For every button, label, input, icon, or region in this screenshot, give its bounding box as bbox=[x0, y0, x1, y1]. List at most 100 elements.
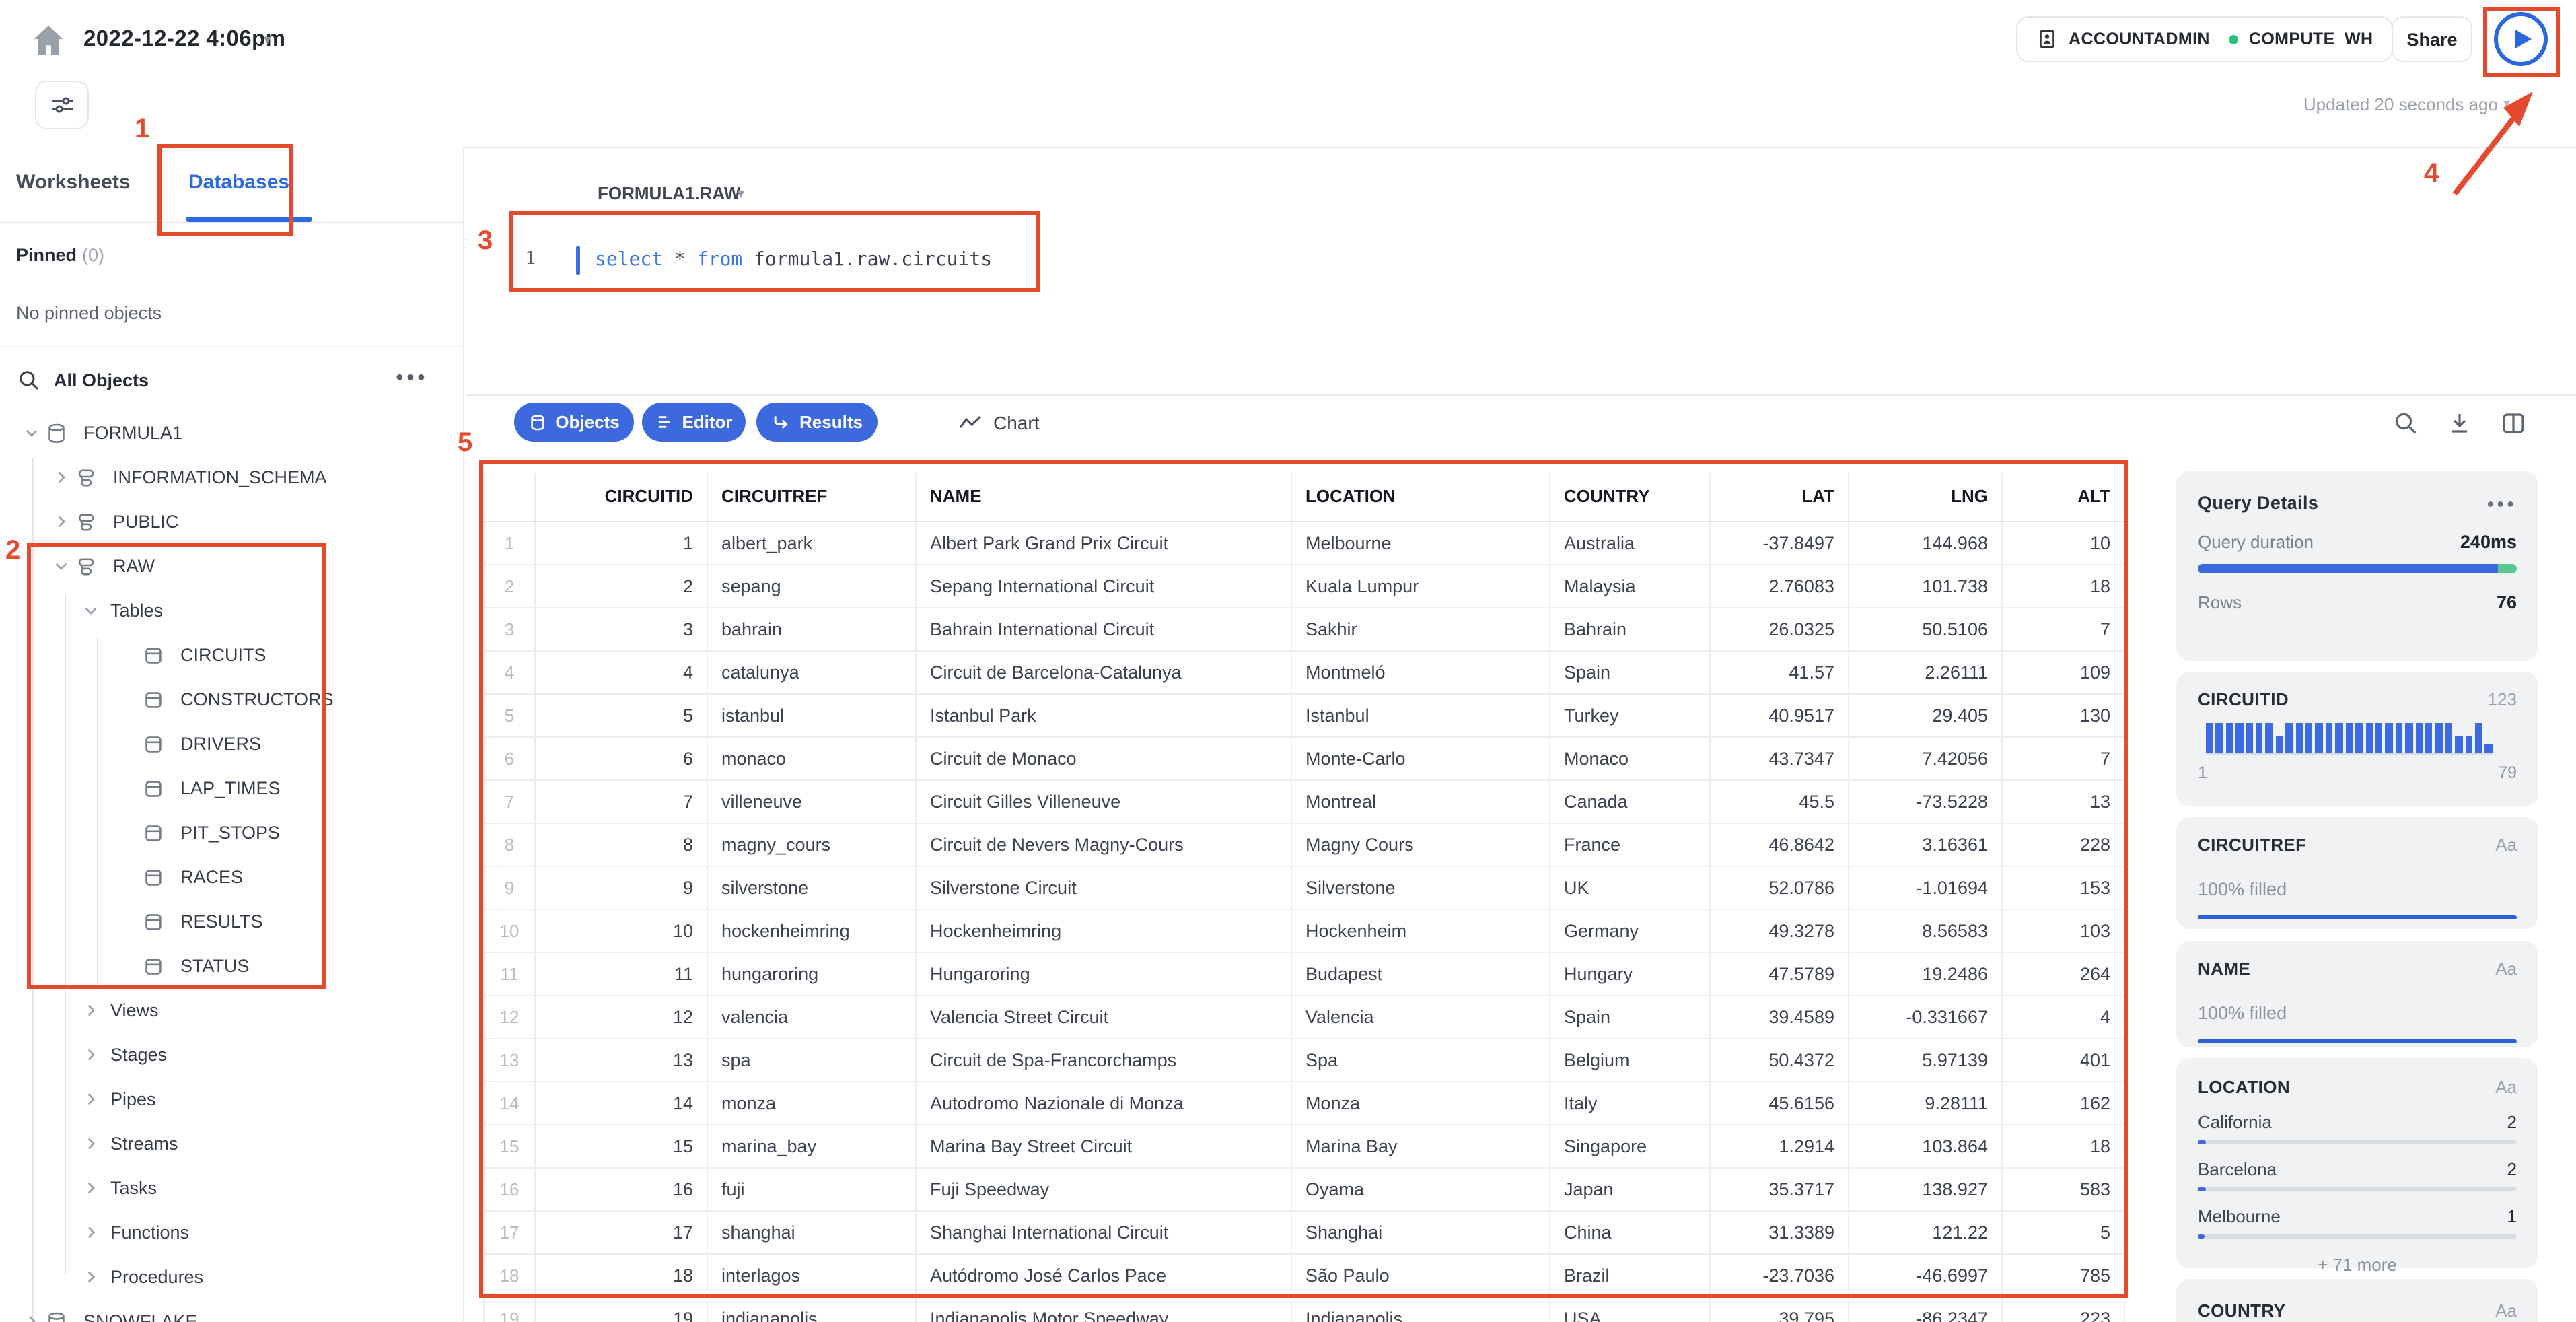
home-button[interactable] bbox=[30, 22, 67, 59]
tree-item-tasks[interactable]: Tasks bbox=[0, 1166, 463, 1210]
table-cell[interactable]: hungaroring bbox=[707, 952, 917, 996]
table-cell[interactable]: 7 bbox=[2001, 607, 2125, 651]
table-cell[interactable]: 223 bbox=[2001, 1296, 2125, 1322]
table-cell[interactable]: Australia bbox=[1549, 521, 1711, 565]
table-cell[interactable]: Fuji Speedway bbox=[915, 1167, 1292, 1211]
table-cell[interactable]: Brazil bbox=[1549, 1253, 1711, 1297]
table-cell[interactable]: interlagos bbox=[707, 1253, 917, 1297]
table-cell[interactable]: 9 bbox=[534, 866, 708, 909]
tree-item-constructors[interactable]: CONSTRUCTORS bbox=[0, 677, 463, 722]
table-cell[interactable]: Hungary bbox=[1549, 952, 1711, 996]
table-cell[interactable]: Shanghai International Circuit bbox=[915, 1210, 1292, 1254]
table-cell[interactable]: Monza bbox=[1291, 1081, 1550, 1125]
table-cell[interactable]: Circuit de Nevers Magny-Cours bbox=[915, 823, 1292, 866]
more-options-icon[interactable]: ●●● bbox=[396, 370, 428, 385]
table-cell[interactable]: Valencia Street Circuit bbox=[915, 995, 1292, 1039]
chevron-right-icon[interactable] bbox=[78, 1220, 102, 1245]
table-cell[interactable]: 153 bbox=[2001, 866, 2125, 909]
table-cell[interactable]: Indianapolis Motor Speedway bbox=[915, 1296, 1292, 1322]
table-cell[interactable]: Magny Cours bbox=[1291, 823, 1550, 866]
column-header-location[interactable]: LOCATION bbox=[1291, 473, 1550, 522]
table-cell[interactable]: Circuit de Barcelona-Catalunya bbox=[915, 650, 1292, 694]
table-cell[interactable]: 7.42056 bbox=[1848, 736, 2003, 780]
tree-item-procedures[interactable]: Procedures bbox=[0, 1255, 463, 1299]
table-cell[interactable]: 41.57 bbox=[1709, 650, 1849, 694]
table-cell[interactable]: 50.4372 bbox=[1709, 1038, 1849, 1082]
table-cell[interactable]: 4 bbox=[534, 650, 708, 694]
chevron-right-icon[interactable] bbox=[78, 1087, 102, 1111]
table-cell[interactable]: valencia bbox=[707, 995, 917, 1039]
object-search-row[interactable]: All Objects ●●● bbox=[0, 362, 463, 403]
split-view-icon[interactable] bbox=[2501, 411, 2528, 438]
chevron-down-icon[interactable] bbox=[78, 598, 102, 623]
table-cell[interactable]: 3 bbox=[534, 607, 708, 651]
table-cell[interactable]: 19 bbox=[534, 1296, 708, 1322]
table-cell[interactable]: 8 bbox=[534, 823, 708, 866]
table-cell[interactable]: 101.738 bbox=[1848, 564, 2003, 608]
table-cell[interactable]: -0.331667 bbox=[1848, 995, 2003, 1039]
table-cell[interactable]: Autodromo Nazionale di Monza bbox=[915, 1081, 1292, 1125]
table-cell[interactable]: 29.405 bbox=[1848, 693, 2003, 737]
table-cell[interactable]: 49.3278 bbox=[1709, 909, 1849, 952]
context-selector[interactable]: ACCOUNTADMIN COMPUTE_WH bbox=[2016, 16, 2394, 62]
chevron-down-icon[interactable] bbox=[48, 554, 73, 578]
table-cell[interactable]: 11 bbox=[534, 952, 708, 996]
table-cell[interactable]: Valencia bbox=[1291, 995, 1550, 1039]
table-cell[interactable]: 5.97139 bbox=[1848, 1038, 2003, 1082]
table-cell[interactable]: Canada bbox=[1549, 779, 1711, 823]
table-cell[interactable]: Spain bbox=[1549, 995, 1711, 1039]
chevron-right-icon[interactable] bbox=[78, 1132, 102, 1156]
table-cell[interactable]: 5 bbox=[2001, 1210, 2125, 1254]
table-cell[interactable]: 264 bbox=[2001, 952, 2125, 996]
table-cell[interactable]: Marina Bay bbox=[1291, 1124, 1550, 1168]
table-cell[interactable]: albert_park bbox=[707, 521, 917, 565]
table-cell[interactable]: -37.8497 bbox=[1709, 521, 1849, 565]
table-cell[interactable]: 12 bbox=[534, 995, 708, 1039]
table-cell[interactable]: France bbox=[1549, 823, 1711, 866]
table-cell[interactable]: 138.927 bbox=[1848, 1167, 2003, 1211]
table-cell[interactable]: 17 bbox=[534, 1210, 708, 1254]
tree-item-stages[interactable]: Stages bbox=[0, 1033, 463, 1077]
table-cell[interactable]: Budapest bbox=[1291, 952, 1550, 996]
table-cell[interactable]: Malaysia bbox=[1549, 564, 1711, 608]
table-cell[interactable]: 7 bbox=[2001, 736, 2125, 780]
table-cell[interactable]: 2.76083 bbox=[1709, 564, 1849, 608]
table-cell[interactable]: 1 bbox=[534, 521, 708, 565]
context-dropdown-icon[interactable]: ▾ bbox=[738, 187, 744, 202]
chevron-right-icon[interactable] bbox=[78, 998, 102, 1022]
table-cell[interactable]: monza bbox=[707, 1081, 917, 1125]
chevron-right-icon[interactable] bbox=[78, 1176, 102, 1200]
table-cell[interactable]: Melbourne bbox=[1291, 521, 1550, 565]
table-cell[interactable]: 35.3717 bbox=[1709, 1167, 1849, 1211]
table-cell[interactable]: Circuit de Monaco bbox=[915, 736, 1292, 780]
table-cell[interactable]: 26.0325 bbox=[1709, 607, 1849, 651]
table-cell[interactable]: 19.2486 bbox=[1848, 952, 2003, 996]
table-cell[interactable]: fuji bbox=[707, 1167, 917, 1211]
download-icon[interactable] bbox=[2447, 411, 2474, 438]
table-cell[interactable]: Kuala Lumpur bbox=[1291, 564, 1550, 608]
worksheet-title[interactable]: 2022-12-22 4:06pm bbox=[83, 27, 285, 53]
table-cell[interactable]: hockenheimring bbox=[707, 909, 917, 952]
title-dropdown-icon[interactable]: ▾ bbox=[264, 31, 271, 48]
table-cell[interactable]: Istanbul bbox=[1291, 693, 1550, 737]
table-cell[interactable]: Oyama bbox=[1291, 1167, 1550, 1211]
table-cell[interactable]: 8.56583 bbox=[1848, 909, 2003, 952]
table-cell[interactable]: USA bbox=[1549, 1296, 1711, 1322]
table-cell[interactable]: 109 bbox=[2001, 650, 2125, 694]
table-cell[interactable]: Turkey bbox=[1549, 693, 1711, 737]
table-cell[interactable]: villeneuve bbox=[707, 779, 917, 823]
table-cell[interactable]: Japan bbox=[1549, 1167, 1711, 1211]
table-cell[interactable]: 31.3389 bbox=[1709, 1210, 1849, 1254]
table-cell[interactable]: Spa bbox=[1291, 1038, 1550, 1082]
table-cell[interactable]: Monaco bbox=[1549, 736, 1711, 780]
table-cell[interactable]: 162 bbox=[2001, 1081, 2125, 1125]
table-cell[interactable]: -23.7036 bbox=[1709, 1253, 1849, 1297]
table-cell[interactable]: Bahrain bbox=[1549, 607, 1711, 651]
table-cell[interactable]: 144.968 bbox=[1848, 521, 2003, 565]
table-cell[interactable]: shanghai bbox=[707, 1210, 917, 1254]
column-header-country[interactable]: COUNTRY bbox=[1549, 473, 1711, 522]
column-header-lng[interactable]: LNG bbox=[1848, 473, 2003, 522]
table-cell[interactable]: Marina Bay Street Circuit bbox=[915, 1124, 1292, 1168]
table-cell[interactable]: São Paulo bbox=[1291, 1253, 1550, 1297]
table-cell[interactable]: 6 bbox=[534, 736, 708, 780]
